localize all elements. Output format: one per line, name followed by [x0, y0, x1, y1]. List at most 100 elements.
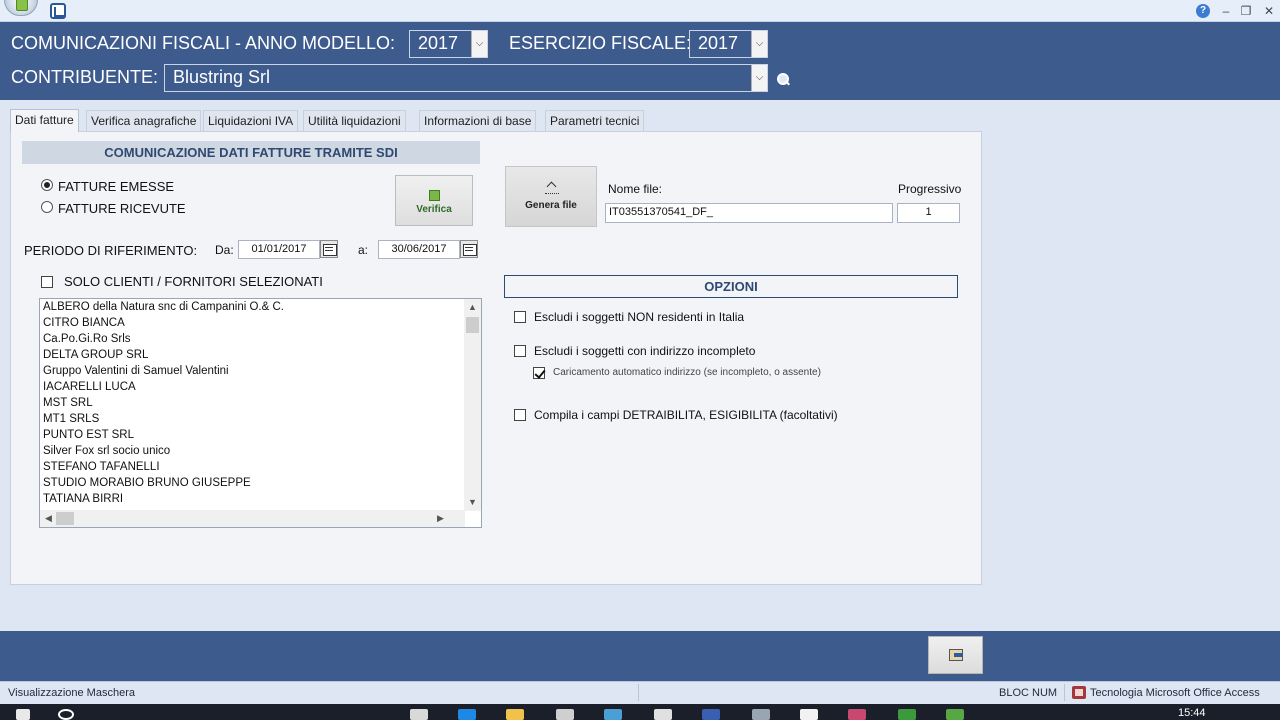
app-icon[interactable] [898, 709, 916, 720]
scroll-right-icon[interactable]: ▶ [432, 510, 449, 527]
list-item[interactable]: ALBERO della Natura snc di Campanini O.&… [43, 299, 284, 315]
tab-verifica-anagrafiche[interactable]: Verifica anagrafiche [86, 110, 202, 131]
horizontal-scroll-thumb[interactable] [56, 512, 74, 525]
chevron-down-icon[interactable]: ⌵ [471, 31, 487, 57]
status-view-mode: Visualizzazione Maschera [8, 687, 135, 699]
compila-detraibilita-checkbox[interactable] [514, 409, 526, 421]
verifica-button-label: Verifica [416, 204, 452, 215]
radio-fatture-emesse[interactable] [41, 179, 53, 191]
radio-fatture-ricevute[interactable] [41, 201, 53, 213]
opzioni-header: OPZIONI [504, 275, 958, 298]
title-bar [0, 0, 1280, 22]
caricamento-automatico-label: Caricamento automatico indirizzo (se inc… [553, 367, 821, 378]
scroll-up-icon[interactable]: ▲ [464, 299, 481, 316]
status-separator [638, 684, 639, 701]
vertical-scrollbar[interactable]: ▲ ▼ [464, 299, 481, 511]
escludi-non-residenti-checkbox[interactable] [514, 311, 526, 323]
help-icon[interactable]: ? [1196, 4, 1210, 18]
anno-modello-label: COMUNICAZIONI FISCALI - ANNO MODELLO: [11, 33, 396, 53]
mail-icon[interactable] [604, 709, 622, 720]
caricamento-automatico-checkbox[interactable] [533, 367, 545, 379]
form-footer [0, 631, 1280, 681]
app-icon[interactable] [654, 709, 672, 720]
search-icon[interactable] [58, 709, 74, 720]
horizontal-scrollbar[interactable]: ◀ ▶ [40, 510, 465, 527]
list-item[interactable]: MST SRL [43, 395, 93, 411]
list-item[interactable]: STUDIO MORABIO BRUNO GIUSEPPE [43, 475, 251, 491]
esercizio-fiscale-value: 2017 [698, 33, 739, 53]
tab-informazioni-di-base[interactable]: Informazioni di base [419, 110, 537, 131]
vertical-scroll-thumb[interactable] [466, 317, 479, 333]
data-da-input[interactable]: 01/01/2017 [238, 240, 320, 259]
list-item[interactable]: MT1 SRLS [43, 411, 99, 427]
app-icon[interactable] [702, 709, 720, 720]
task-view-icon[interactable] [410, 709, 428, 720]
nome-file-input[interactable]: IT03551370541_DF_ [605, 203, 893, 223]
verifica-button[interactable]: Verifica [395, 175, 473, 226]
data-a-input[interactable]: 30/06/2017 [378, 240, 460, 259]
calendar-icon[interactable] [460, 240, 478, 258]
tab-liquidazioni-iva[interactable]: Liquidazioni IVA [203, 110, 299, 131]
list-item[interactable]: CITRO BIANCA [43, 315, 125, 331]
list-item[interactable]: Ca.Po.Gi.Ro Srls [43, 331, 131, 347]
app-icon[interactable] [800, 709, 818, 720]
windows-start-icon[interactable] [16, 709, 30, 720]
excel-taskbar-icon[interactable] [946, 709, 964, 720]
section-title: COMUNICAZIONE DATI FATTURE TRAMITE SDI [22, 141, 480, 164]
esercizio-fiscale-label: ESERCIZIO FISCALE: [509, 33, 692, 53]
esercizio-fiscale-combo[interactable]: 2017 ⌵ [689, 30, 768, 58]
list-item[interactable]: DELTA GROUP SRL [43, 347, 148, 363]
app-icon[interactable] [848, 709, 866, 720]
list-item[interactable]: STEFANO TAFANELLI [43, 459, 160, 475]
list-item[interactable]: Silver Fox srl socio unico [43, 443, 170, 459]
solo-selezionati-checkbox[interactable] [41, 276, 53, 288]
nome-file-label: Nome file: [608, 182, 663, 196]
list-item[interactable]: TATIANA BIRRI [43, 491, 123, 507]
list-item[interactable]: IACARELLI LUCA [43, 379, 136, 395]
a-label: a: [358, 243, 369, 257]
file-explorer-icon[interactable] [506, 709, 524, 720]
excel-icon [429, 190, 440, 201]
exit-button[interactable] [928, 636, 983, 674]
edge-icon[interactable] [458, 709, 476, 720]
quick-access-view-icon[interactable] [50, 3, 66, 19]
chevron-down-icon[interactable]: ⌵ [751, 65, 767, 91]
progressivo-input[interactable]: 1 [897, 203, 960, 223]
periodo-label: PERIODO DI RIFERIMENTO: [24, 243, 198, 258]
exit-door-icon [949, 649, 963, 661]
status-num-lock: BLOC NUM [999, 687, 1058, 699]
app-icon[interactable] [752, 709, 770, 720]
clock: 15:44 [1178, 707, 1206, 719]
radio-fatture-ricevute-label: FATTURE RICEVUTE [58, 201, 186, 216]
contribuente-label: CONTRIBUENTE: [11, 67, 159, 87]
tab-dati-fatture[interactable]: Dati fatture [10, 109, 79, 132]
status-technology: Tecnologia Microsoft Office Access [1090, 687, 1260, 699]
scroll-left-icon[interactable]: ◀ [40, 510, 57, 527]
store-icon[interactable] [556, 709, 574, 720]
da-label: Da: [215, 243, 234, 257]
anno-modello-value: 2017 [418, 33, 459, 53]
contribuente-combo[interactable]: Blustring Srl ⌵ [164, 64, 768, 92]
escludi-indirizzo-incompleto-checkbox[interactable] [514, 345, 526, 357]
tab-parametri-tecnici[interactable]: Parametri tecnici [545, 110, 645, 131]
restore-button[interactable]: ❐ [1237, 2, 1255, 20]
genera-file-button[interactable]: Genera file [505, 166, 597, 227]
clienti-fornitori-list[interactable]: ALBERO della Natura snc di Campanini O.&… [39, 298, 482, 528]
radio-fatture-emesse-label: FATTURE EMESSE [58, 179, 175, 194]
minimize-button[interactable]: – [1217, 2, 1235, 20]
progressivo-label: Progressivo [898, 182, 962, 196]
close-button[interactable]: ✕ [1260, 2, 1278, 20]
access-icon [1072, 686, 1086, 699]
calendar-icon[interactable] [320, 240, 338, 258]
anno-modello-combo[interactable]: 2017 ⌵ [409, 30, 488, 58]
list-item[interactable]: PUNTO EST SRL [43, 427, 134, 443]
scroll-down-icon[interactable]: ▼ [464, 494, 481, 511]
chevron-down-icon[interactable]: ⌵ [751, 31, 767, 57]
access-app-icon [16, 0, 28, 11]
status-bar [0, 681, 1280, 704]
list-item[interactable]: Gruppo Valentini di Samuel Valentini [43, 363, 229, 379]
tab-utilita-liquidazioni[interactable]: Utilità liquidazioni [303, 110, 406, 131]
compila-detraibilita-label: Compila i campi DETRAIBILITA, ESIGIBILIT… [534, 408, 838, 422]
search-icon[interactable] [776, 72, 790, 86]
generate-icon [545, 183, 559, 195]
